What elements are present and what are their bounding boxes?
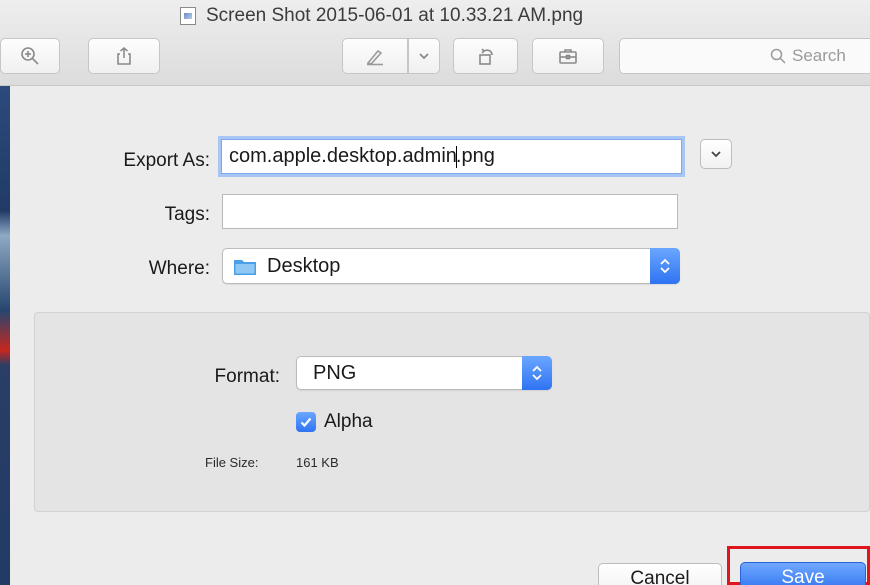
window-title: Screen Shot 2015-06-01 at 10.33.21 AM.pn…: [180, 5, 583, 27]
export-as-label: Export As:: [123, 150, 210, 171]
zoom-in-icon: [21, 47, 39, 65]
format-value: PNG: [313, 361, 357, 384]
rotate-icon: [478, 48, 493, 65]
share-icon: [117, 46, 131, 65]
chevron-down-icon: [711, 151, 721, 158]
expand-dialog-button[interactable]: [700, 139, 732, 169]
where-label: Where:: [148, 258, 210, 279]
window-title-text: Screen Shot 2015-06-01 at 10.33.21 AM.pn…: [206, 5, 584, 26]
format-popup[interactable]: PNG: [296, 356, 552, 390]
export-as-field[interactable]: com.apple.desktop.admin.png: [221, 139, 682, 174]
tags-field[interactable]: [222, 194, 678, 229]
alpha-label: Alpha: [324, 411, 373, 432]
where-stepper: [650, 248, 680, 284]
where-value: Desktop: [267, 254, 341, 277]
format-options-panel: [34, 312, 870, 512]
search-placeholder: Search: [792, 46, 846, 65]
alpha-checkbox[interactable]: [296, 412, 316, 432]
toolbox-button[interactable]: [532, 38, 604, 74]
file-size-value: 161 KB: [296, 455, 339, 470]
up-down-arrows-icon: [660, 258, 670, 274]
format-label: Format:: [214, 366, 280, 387]
window-toolbar: Screen Shot 2015-06-01 at 10.33.21 AM.pn…: [0, 0, 870, 86]
file-size-label: File Size:: [205, 455, 259, 470]
where-popup[interactable]: Desktop: [222, 248, 680, 284]
save-button[interactable]: Save: [740, 562, 866, 585]
filename-text: com.apple.desktop.admin.png: [229, 145, 495, 168]
share-button[interactable]: [88, 38, 160, 74]
chevron-down-icon: [419, 53, 429, 60]
image-file-icon: [180, 7, 196, 25]
up-down-arrows-icon: [532, 365, 542, 381]
rotate-button[interactable]: [453, 38, 518, 74]
search-icon: [770, 48, 786, 64]
format-stepper: [522, 356, 552, 390]
search-field[interactable]: Search: [619, 38, 870, 74]
markup-button[interactable]: [342, 38, 408, 74]
cancel-button[interactable]: Cancel: [598, 563, 722, 585]
markup-menu-button[interactable]: [408, 38, 440, 74]
pen-icon: [366, 49, 383, 66]
tags-label: Tags:: [164, 204, 210, 225]
checkmark-icon: [300, 417, 312, 428]
folder-icon: [234, 259, 256, 275]
toolbox-icon: [559, 49, 577, 64]
zoom-in-button[interactable]: [0, 38, 60, 74]
background-window-edge: [0, 86, 10, 585]
